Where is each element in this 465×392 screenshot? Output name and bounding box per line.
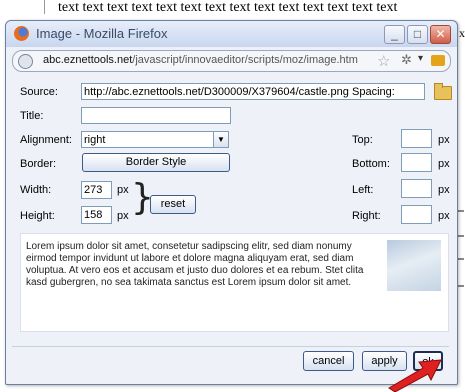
chevron-down-icon[interactable]: ▾ [418, 53, 423, 64]
bottom-unit: px [438, 158, 450, 170]
left-spacing-input[interactable] [401, 179, 432, 198]
bottom-label: Bottom: [352, 158, 390, 170]
url-bar[interactable]: abc.eznettools.net/javascript/innovaedit… [12, 50, 451, 72]
background-edge-text: x [459, 26, 465, 40]
title-label: Title: [20, 110, 44, 122]
background-tick [458, 285, 464, 287]
height-input[interactable]: 158 [81, 206, 112, 224]
border-style-button[interactable]: Border Style [82, 153, 230, 172]
reset-button[interactable]: reset [150, 195, 196, 214]
top-unit: px [438, 134, 450, 146]
height-unit: px [117, 210, 129, 222]
right-unit: px [438, 210, 450, 222]
page-border-line [44, 0, 45, 14]
cursor-arrow-icon [388, 359, 442, 392]
alignment-label: Alignment: [20, 134, 72, 146]
divider [12, 346, 449, 347]
background-tick [458, 258, 464, 260]
folder-icon[interactable] [434, 83, 452, 100]
top-label: Top: [352, 134, 373, 146]
url-path: /javascript/innovaeditor/scripts/moz/ima… [132, 54, 358, 66]
globe-icon [18, 54, 33, 69]
alignment-value: right [84, 134, 106, 146]
right-label: Right: [352, 210, 381, 222]
star-icon[interactable]: ☆ [377, 52, 390, 70]
background-tick [458, 235, 464, 237]
title-bar[interactable]: Image - Mozilla Firefox _ □ ✕ [6, 21, 457, 47]
right-spacing-input[interactable] [401, 205, 432, 224]
alignment-select[interactable]: right ▼ [81, 131, 229, 148]
spacing-label: Spacing: [352, 86, 395, 98]
background-tick [458, 210, 464, 212]
preview-text: Lorem ipsum dolor sit amet, consetetur s… [26, 241, 364, 288]
preview-image [387, 240, 441, 291]
tools-icon[interactable]: ✲ [401, 52, 412, 68]
border-label: Border: [20, 158, 57, 170]
close-button[interactable]: ✕ [430, 25, 451, 44]
preview-pane: Lorem ipsum dolor sit amet, consetetur s… [20, 233, 449, 332]
left-unit: px [438, 184, 450, 196]
url-domain: abc.eznettools.net [43, 54, 133, 66]
bottom-spacing-input[interactable] [401, 153, 432, 172]
source-label: Source: [20, 86, 58, 98]
image-dialog-window: Image - Mozilla Firefox _ □ ✕ abc.eznett… [5, 20, 458, 385]
top-spacing-input[interactable] [401, 129, 432, 148]
width-unit: px [117, 184, 129, 196]
left-label: Left: [352, 184, 374, 196]
title-input[interactable] [81, 107, 231, 124]
background-text: text text text text text text text text … [58, 0, 398, 15]
firefox-icon [14, 26, 29, 41]
dialog-content: Source: http://abc.eznettools.net/D30000… [11, 73, 452, 379]
chevron-down-icon[interactable]: ▼ [213, 132, 228, 147]
minimize-button[interactable]: _ [384, 25, 405, 44]
url-text: abc.eznettools.net/javascript/innovaedit… [43, 54, 358, 66]
maximize-button[interactable]: □ [407, 25, 428, 44]
height-label: Height: [20, 210, 55, 222]
rss-icon[interactable] [431, 55, 445, 66]
width-input[interactable]: 273 [81, 181, 112, 199]
window-title: Image - Mozilla Firefox [36, 26, 168, 41]
cancel-button[interactable]: cancel [303, 351, 354, 371]
width-label: Width: [20, 184, 52, 196]
